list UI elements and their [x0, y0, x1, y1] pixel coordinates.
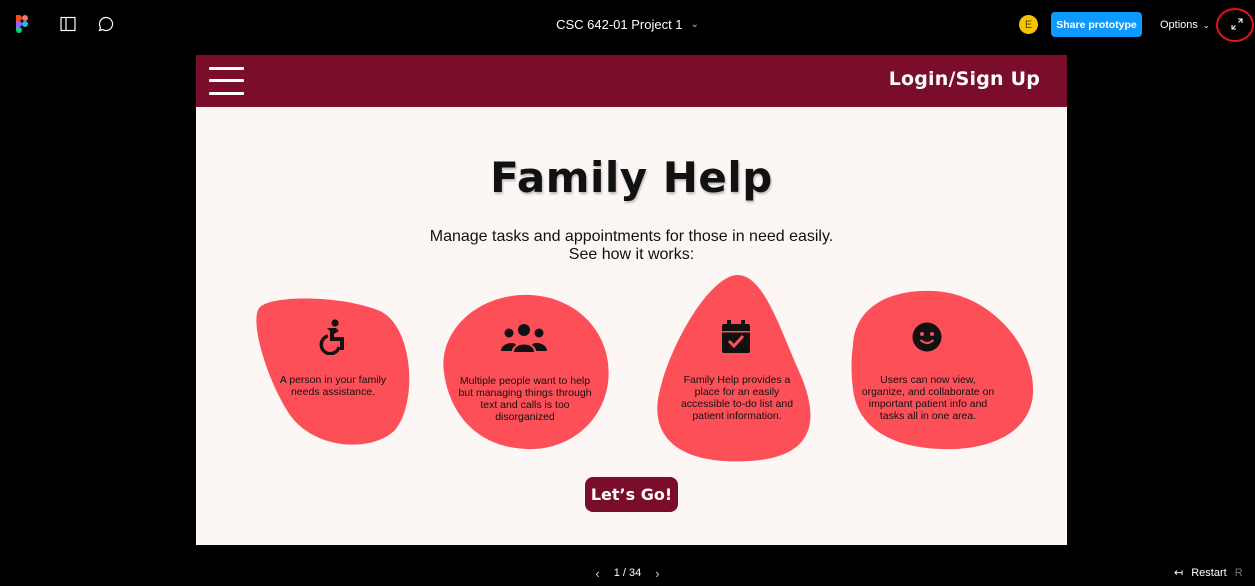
prototype-frame: Login/Sign Up Family Help Manage tasks a…: [196, 55, 1067, 545]
next-page-icon[interactable]: ›: [655, 566, 659, 581]
restart-button[interactable]: ↤ Restart R: [1174, 566, 1243, 580]
hamburger-menu-icon[interactable]: [209, 66, 244, 96]
page-subtitle: Manage tasks and appointments for those …: [196, 228, 1067, 264]
chevron-down-icon[interactable]: ⌄: [691, 19, 699, 30]
subtitle-line-1: Manage tasks and appointments for those …: [429, 228, 834, 245]
restart-arrow-icon: ↤: [1174, 567, 1184, 579]
calendar-check-icon: [716, 317, 756, 357]
subtitle-line-2: See how it works:: [568, 246, 695, 263]
chevron-down-icon: ⌄: [1202, 20, 1210, 30]
step-card-text: Users can now view, organize, and collab…: [861, 374, 995, 422]
step-card-2: Multiple people want to help but managin…: [438, 291, 612, 451]
login-signup-link[interactable]: Login/Sign Up: [889, 68, 1040, 90]
step-card-1: A person in your family needs assistance…: [252, 297, 412, 449]
viewer-toolbar: CSC 642-01 Project 1 ⌄ E Share prototype…: [0, 0, 1255, 48]
figma-logo-icon[interactable]: [10, 12, 34, 36]
step-card-4: Users can now view, organize, and collab…: [849, 289, 1035, 451]
comment-icon[interactable]: [94, 12, 118, 36]
previous-page-icon[interactable]: ‹: [595, 566, 599, 581]
step-card-text: Multiple people want to help but managin…: [458, 375, 592, 423]
wheelchair-icon: [314, 317, 354, 357]
users-icon: [500, 321, 548, 355]
smile-icon: [911, 321, 943, 353]
restart-shortcut: R: [1234, 566, 1243, 579]
page-navigator: ‹ 1 / 34 ›: [0, 564, 1255, 582]
share-prototype-button[interactable]: Share prototype: [1051, 12, 1142, 37]
step-card-text: A person in your family needs assistance…: [279, 374, 387, 398]
page-title: Family Help: [490, 153, 773, 202]
lets-go-button[interactable]: Let’s Go!: [585, 477, 678, 512]
file-title-label[interactable]: CSC 642-01 Project 1: [556, 17, 682, 32]
step-card-3: Family Help provides a place for an easi…: [654, 273, 820, 463]
highlight-circle: [1216, 8, 1254, 42]
step-card-text: Family Help provides a place for an easi…: [680, 374, 794, 422]
app-header: Login/Sign Up: [196, 55, 1067, 107]
restart-label: Restart: [1191, 566, 1227, 579]
sidebar-panel-icon[interactable]: [56, 12, 80, 36]
avatar[interactable]: E: [1019, 15, 1038, 34]
options-label: Options: [1160, 19, 1198, 31]
options-menu-button[interactable]: Options ⌄: [1160, 15, 1210, 35]
page-indicator: 1 / 34: [613, 567, 642, 579]
